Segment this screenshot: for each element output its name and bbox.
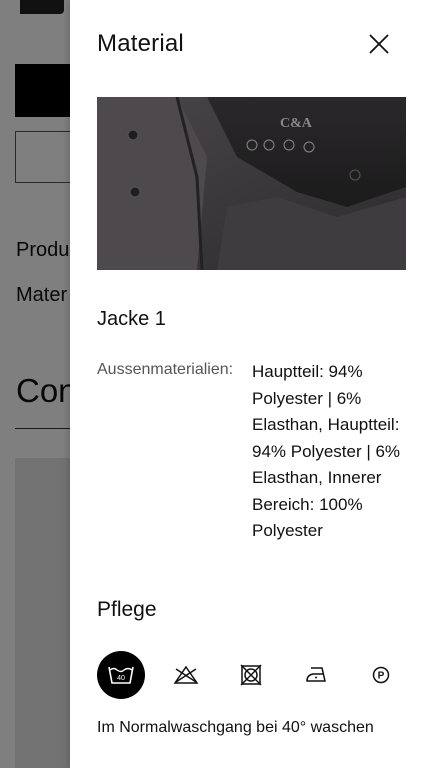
item-title: Jacke 1 <box>97 308 166 330</box>
material-label: Aussenmaterialien: <box>97 361 234 378</box>
product-image: C&A <box>97 97 406 270</box>
drawer-title: Material <box>97 30 184 57</box>
care-title: Pflege <box>97 598 157 621</box>
no-tumble-dry-icon[interactable] <box>227 651 275 699</box>
brand-logo-print: C&A <box>280 116 313 131</box>
dry-clean-label: P <box>378 671 385 682</box>
professional-dry-clean-p-icon[interactable]: P <box>357 651 405 699</box>
care-description: Im Normalwaschgang bei 40° waschen <box>97 719 374 736</box>
wash-40-icon[interactable]: 40 <box>97 651 145 699</box>
material-drawer: Material C&A Jacke 1 Aussenmaterialien: … <box>70 0 430 768</box>
close-icon <box>369 34 389 54</box>
page: Produ Mater Con Material <box>0 0 430 768</box>
wash-temperature-label: 40 <box>117 675 125 682</box>
material-value: Hauptteil: 94% Polyester | 6% Elasthan, … <box>252 362 401 540</box>
close-button[interactable] <box>366 31 392 57</box>
no-bleach-icon[interactable] <box>162 651 210 699</box>
iron-low-icon[interactable] <box>292 651 340 699</box>
